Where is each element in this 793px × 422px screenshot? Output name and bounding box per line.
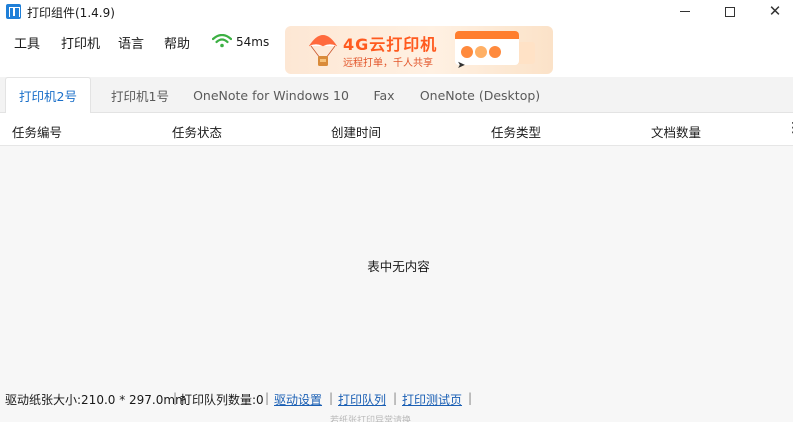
minimize-button[interactable] [662,0,708,23]
separator: | [468,391,473,405]
queue-count: 打印队列数量:0 [180,393,264,407]
ad-banner[interactable]: 4G云打印机 远程打单，千人共享 ➤ [285,26,553,74]
banner-dot-icon [461,46,473,58]
menu-printer[interactable]: 打印机 [61,33,100,52]
separator: | [173,391,178,405]
tab-printer-2[interactable]: 打印机2号 [5,77,91,114]
menu-language[interactable]: 语言 [118,33,144,52]
window-title: 打印组件(1.4.9) [27,6,115,20]
print-queue-link[interactable]: 打印队列 [338,391,386,408]
column-task-type[interactable]: 任务类型 [491,122,541,141]
separator: | [329,391,334,405]
app-icon [6,4,21,19]
separator: | [265,391,270,405]
column-task-id[interactable]: 任务编号 [12,122,62,141]
more-options-icon[interactable]: ⋮ [786,121,793,135]
tab-onenote-desktop[interactable]: OneNote (Desktop) [416,77,544,113]
empty-message: 表中无内容 [367,259,430,274]
wifi-signal-icon [212,34,232,48]
driver-settings-link[interactable]: 驱动设置 [274,391,322,408]
menu-help[interactable]: 帮助 [164,33,190,52]
table-header: 任务编号 任务状态 创建时间 任务类型 文档数量 ⋮ [0,113,793,146]
status-bar: 驱动纸张大小:210.0 * 297.0mm | 打印队列数量:0 | 驱动设置… [0,383,793,422]
banner-printer-icon [475,46,487,58]
column-document-count[interactable]: 文档数量 [651,122,701,141]
maximize-icon [725,6,735,17]
printer-tabs: 打印机2号 打印机1号 OneNote for Windows 10 Fax O… [0,77,793,114]
parachute-icon [308,35,338,66]
title-bar: 打印组件(1.4.9) ✕ [0,0,793,23]
cursor-icon: ➤ [457,60,466,71]
banner-title: 4G云打印机 [343,35,438,54]
banner-cloud-icon [489,46,501,58]
print-test-page-link[interactable]: 打印测试页 [402,391,462,408]
footnote: 若纸张打印异常请换 [330,416,412,422]
menu-bar: 工具 打印机 语言 帮助 54ms 4G云打印机 远程打单，千人共享 ➤ [0,23,793,77]
maximize-button[interactable] [707,0,753,23]
column-created-time[interactable]: 创建时间 [331,122,381,141]
close-icon: ✕ [768,2,782,20]
menu-tools[interactable]: 工具 [14,33,40,52]
close-button[interactable]: ✕ [752,0,793,23]
column-task-status[interactable]: 任务状态 [172,122,222,141]
paper-size: 驱动纸张大小:210.0 * 297.0mm [5,393,187,407]
ping-latency: 54ms [236,35,270,49]
table-body: 表中无内容 [0,146,793,383]
separator: | [393,391,398,405]
tab-onenote-windows-10[interactable]: OneNote for Windows 10 [190,77,352,113]
tab-printer-1[interactable]: 打印机1号 [100,77,180,113]
minimize-icon [680,11,690,12]
banner-subtitle: 远程打单，千人共享 [343,58,433,69]
tab-fax[interactable]: Fax [362,77,406,113]
